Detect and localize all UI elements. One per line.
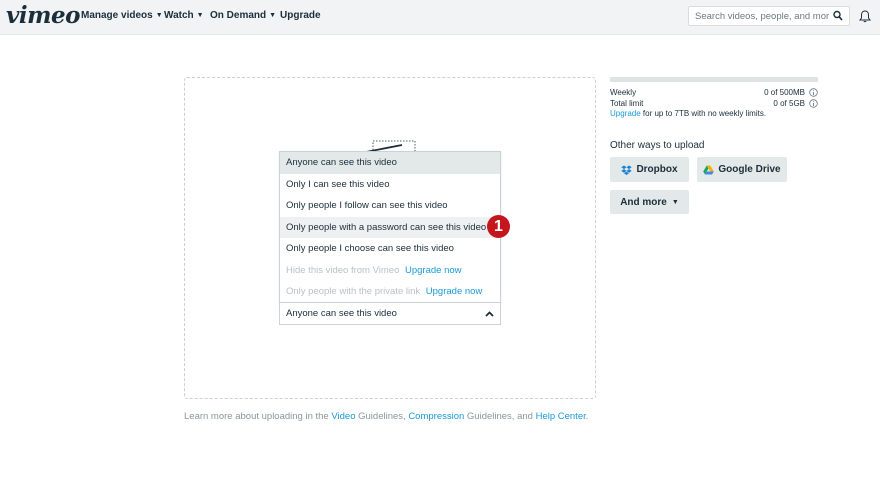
upgrade-message: Upgrade for up to 7TB with no weekly lim… bbox=[610, 109, 766, 118]
nav-manage-videos-label: Manage videos bbox=[81, 10, 153, 21]
info-icon[interactable] bbox=[809, 99, 818, 108]
privacy-options-list: Anyone can see this video Only I can see… bbox=[279, 151, 501, 304]
chevron-down-icon: ▼ bbox=[155, 12, 163, 19]
privacy-option-only-me[interactable]: Only I can see this video bbox=[280, 174, 500, 196]
privacy-option-label: Only people with the private link bbox=[286, 286, 421, 297]
other-ways-heading: Other ways to upload bbox=[610, 140, 705, 151]
dropbox-icon bbox=[621, 165, 633, 175]
guidelines-text-2: Guidelines, and bbox=[464, 411, 536, 422]
weekly-quota-row: Weekly 0 of 500MB bbox=[610, 87, 818, 98]
privacy-option-hide-from-vimeo: Hide this video from Vimeo Upgrade now bbox=[280, 260, 500, 282]
total-limit-row: Total limit 0 of 5GB bbox=[610, 98, 818, 109]
privacy-select[interactable]: Anyone can see this video bbox=[279, 302, 501, 325]
privacy-option-people-i-follow[interactable]: Only people I follow can see this video bbox=[280, 195, 500, 217]
privacy-option-private-link: Only people with the private link Upgrad… bbox=[280, 281, 500, 303]
guidelines-text-1: Guidelines, bbox=[355, 411, 409, 422]
privacy-option-anyone[interactable]: Anyone can see this video bbox=[280, 152, 500, 174]
google-drive-button[interactable]: Google Drive bbox=[697, 157, 787, 182]
nav-upgrade-label: Upgrade bbox=[280, 10, 321, 21]
nav-manage-videos[interactable]: Manage videos ▼ bbox=[81, 10, 163, 21]
chevron-down-icon: ▼ bbox=[269, 12, 277, 19]
upgrade-message-text: for up to 7TB with no weekly limits. bbox=[640, 109, 767, 118]
dropbox-label: Dropbox bbox=[636, 164, 678, 175]
privacy-select-value: Anyone can see this video bbox=[286, 308, 397, 319]
upgrade-now-link[interactable]: Upgrade now bbox=[426, 286, 483, 297]
weekly-label: Weekly bbox=[610, 88, 637, 97]
nav-on-demand[interactable]: On Demand ▼ bbox=[210, 10, 276, 21]
privacy-option-people-i-choose[interactable]: Only people I choose can see this video bbox=[280, 238, 500, 260]
and-more-button[interactable]: And more ▼ bbox=[610, 190, 689, 214]
total-limit-value: 0 of 5GB bbox=[773, 99, 805, 108]
google-drive-label: Google Drive bbox=[718, 164, 781, 175]
dropbox-button[interactable]: Dropbox bbox=[610, 157, 689, 182]
chevron-down-icon: ▼ bbox=[671, 198, 679, 206]
nav-watch[interactable]: Watch ▼ bbox=[164, 10, 204, 21]
step-number-badge: 1 bbox=[487, 215, 510, 238]
privacy-option-label: Hide this video from Vimeo bbox=[286, 264, 400, 276]
nav-upgrade[interactable]: Upgrade bbox=[280, 10, 321, 21]
upgrade-link[interactable]: Upgrade bbox=[610, 109, 641, 118]
upgrade-now-link[interactable]: Upgrade now bbox=[405, 265, 462, 276]
guidelines-suffix: . bbox=[585, 411, 589, 422]
search-icon[interactable] bbox=[833, 10, 843, 22]
nav-watch-label: Watch bbox=[164, 10, 194, 21]
guidelines-prefix: Learn more about uploading in the bbox=[184, 411, 332, 422]
compression-guidelines-link[interactable]: Compression bbox=[408, 411, 464, 422]
search-box bbox=[688, 6, 850, 26]
top-navbar: vimeo Manage videos ▼ Watch ▼ On Demand ▼ U… bbox=[0, 0, 880, 35]
bell-icon[interactable] bbox=[859, 10, 871, 23]
help-center-link[interactable]: Help Center bbox=[536, 411, 586, 422]
privacy-option-password[interactable]: Only people with a password can see this… bbox=[280, 216, 500, 238]
total-limit-label: Total limit bbox=[610, 99, 644, 108]
nav-on-demand-label: On Demand bbox=[210, 10, 267, 21]
weekly-quota-bar bbox=[610, 77, 818, 82]
google-drive-icon bbox=[703, 165, 715, 174]
search-input[interactable] bbox=[689, 7, 829, 25]
info-icon[interactable] bbox=[809, 88, 818, 97]
chevron-down-icon: ▼ bbox=[196, 12, 204, 19]
video-guidelines-link[interactable]: Video bbox=[331, 411, 355, 422]
vimeo-logo[interactable]: vimeo bbox=[6, 2, 80, 29]
chevron-up-icon bbox=[485, 311, 494, 317]
and-more-label: And more bbox=[620, 196, 667, 208]
upload-guidelines-text: Learn more about uploading in the Video … bbox=[184, 411, 588, 422]
weekly-value: 0 of 500MB bbox=[764, 88, 805, 97]
